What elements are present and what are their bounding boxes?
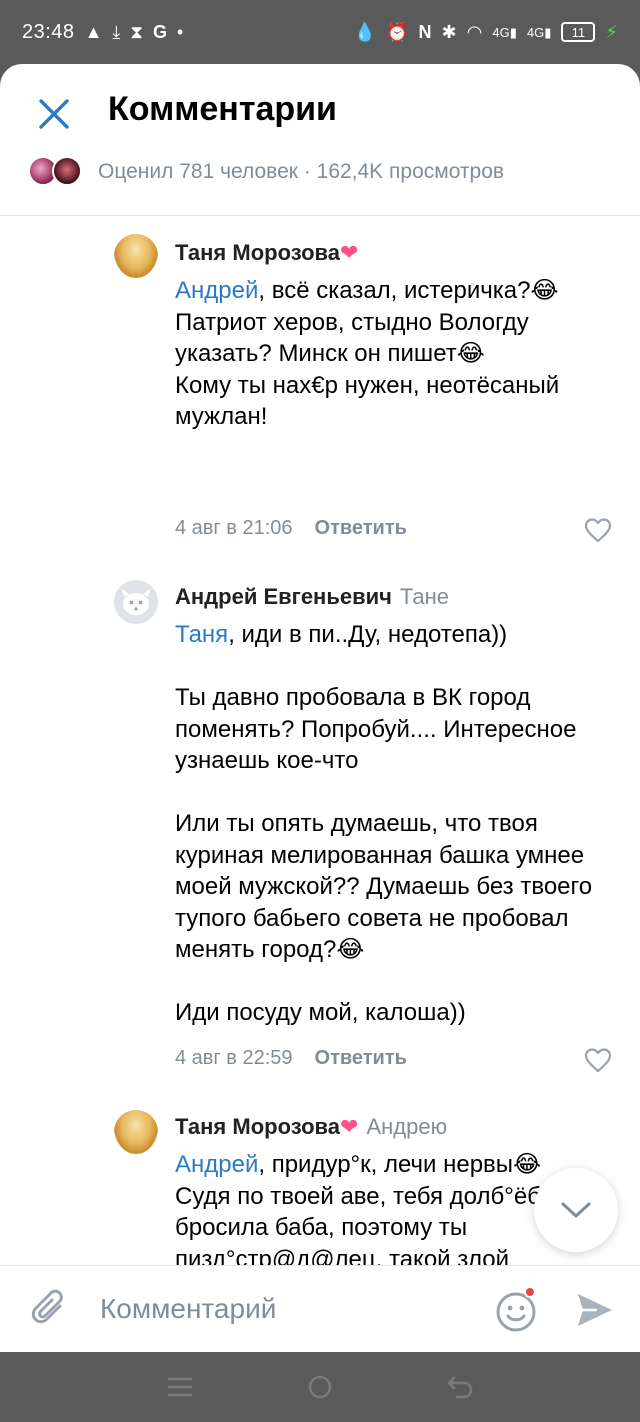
mention-link[interactable]: Таня [175, 621, 228, 648]
status-left: 23:48 ▲ ⤓ ⧗ G • [22, 21, 183, 44]
scroll-down-button[interactable] [534, 1168, 618, 1252]
chevron-down-icon [561, 1202, 591, 1218]
avatar [52, 156, 82, 186]
comment-date: 4 авг в 22:59 [175, 1047, 293, 1069]
navigation-bar [0, 1352, 640, 1422]
comment-text-body: , иди в пи..Ду, недотепа)) Ты давно проб… [175, 621, 593, 1026]
reply-button[interactable]: Ответить [315, 1047, 407, 1070]
mention-link[interactable]: Андрей [175, 1151, 258, 1178]
signal-4g-icon: 4G▮ [492, 24, 517, 40]
heart-icon: ❤ [340, 240, 359, 265]
comment-list[interactable]: Таня Морозова❤ Андрей, всё сказал, истер… [0, 217, 640, 1265]
comment-meta: 4 авг в 21:06 Ответить [175, 517, 407, 540]
drop-icon: 💧 [353, 22, 377, 42]
menu-button[interactable] [160, 1372, 200, 1402]
notification-dot [524, 1286, 536, 1298]
status-time: 23:48 [22, 20, 75, 43]
battery-icon: 11 [561, 22, 596, 42]
dot-icon: • [177, 22, 184, 42]
comment-input[interactable] [100, 1286, 470, 1332]
stats-text: Оценил 781 человек · 162,4K просмотров [98, 160, 505, 183]
comments-header: Комментарии Оценил 781 человек · 162,4K … [0, 64, 640, 216]
comment-body: Андрей Евгеньевич Тане Таня, иди в пи..Ду… [175, 583, 615, 1029]
reply-to[interactable]: Тане [400, 584, 449, 609]
download-icon: ⤓ [112, 22, 121, 42]
avatar[interactable] [114, 580, 158, 624]
back-icon [447, 1376, 473, 1399]
home-button[interactable] [300, 1372, 340, 1402]
comment-author[interactable]: Таня Морозова [175, 1114, 340, 1139]
status-right: 💧 ⏰ N ✱ ◠ 4G▮ 4G▮ 11 ⚡ [354, 22, 618, 43]
reply-to[interactable]: Андрею [366, 1114, 447, 1139]
google-icon: G [153, 22, 168, 42]
warning-icon: ▲ [84, 22, 103, 42]
bluetooth-icon: ✱ [441, 22, 457, 42]
heart-outline-icon[interactable] [584, 1047, 612, 1073]
comment-header: Андрей Евгеньевич Тане [175, 583, 615, 611]
close-icon [39, 99, 69, 129]
comment-date: 4 авг в 21:06 [175, 517, 293, 539]
page-title: Комментарии [108, 90, 337, 128]
comment-text: Андрей, всё сказал, истеричка?😂 Патриот … [175, 275, 615, 433]
wifi-icon: ◠ [466, 22, 483, 42]
charging-icon: ⚡ [605, 21, 618, 42]
comment-header: Таня Морозова❤ [175, 239, 615, 267]
avatar[interactable] [114, 1110, 158, 1154]
reply-button[interactable]: Ответить [315, 517, 407, 540]
comment-body: Таня Морозова❤ Андрей, всё сказал, истер… [175, 239, 615, 433]
close-button[interactable] [32, 92, 76, 136]
menu-icon [167, 1377, 193, 1397]
mention-link[interactable]: Андрей [175, 277, 258, 304]
comment-author[interactable]: Таня Морозова [175, 240, 340, 265]
alarm-icon: ⏰ [386, 22, 409, 42]
comment-text: Таня, иди в пи..Ду, недотепа)) Ты давно … [175, 619, 615, 1029]
emoji-button[interactable] [494, 1286, 540, 1334]
comment-author[interactable]: Андрей Евгеньевич [175, 584, 392, 609]
battery-level: 11 [571, 24, 586, 40]
avatar[interactable] [114, 234, 158, 278]
back-button[interactable] [440, 1372, 480, 1402]
comments-sheet: Комментарии Оценил 781 человек · 162,4K … [0, 64, 640, 1352]
default-avatar-icon [122, 589, 150, 615]
status-bar: 23:48 ▲ ⤓ ⧗ G • 💧 ⏰ N ✱ ◠ 4G▮ 4G▮ 11 ⚡ [0, 0, 640, 64]
likes-stats[interactable]: Оценил 781 человек · 162,4K просмотров [28, 154, 504, 190]
heart-icon: ❤ [340, 1114, 359, 1139]
hourglass-icon: ⧗ [130, 22, 143, 42]
signal-4g-icon: 4G▮ [526, 24, 552, 40]
heart-outline-icon[interactable] [584, 517, 612, 543]
liker-avatars [28, 156, 86, 188]
paperclip-icon[interactable] [30, 1288, 70, 1332]
comment-header: Таня Морозова❤ Андрею [175, 1113, 615, 1141]
send-icon[interactable] [574, 1290, 616, 1330]
home-icon [308, 1375, 332, 1399]
comment-meta: 4 авг в 22:59 Ответить [175, 1047, 407, 1070]
nfc-icon: N [418, 22, 432, 42]
comment-composer [0, 1265, 640, 1352]
